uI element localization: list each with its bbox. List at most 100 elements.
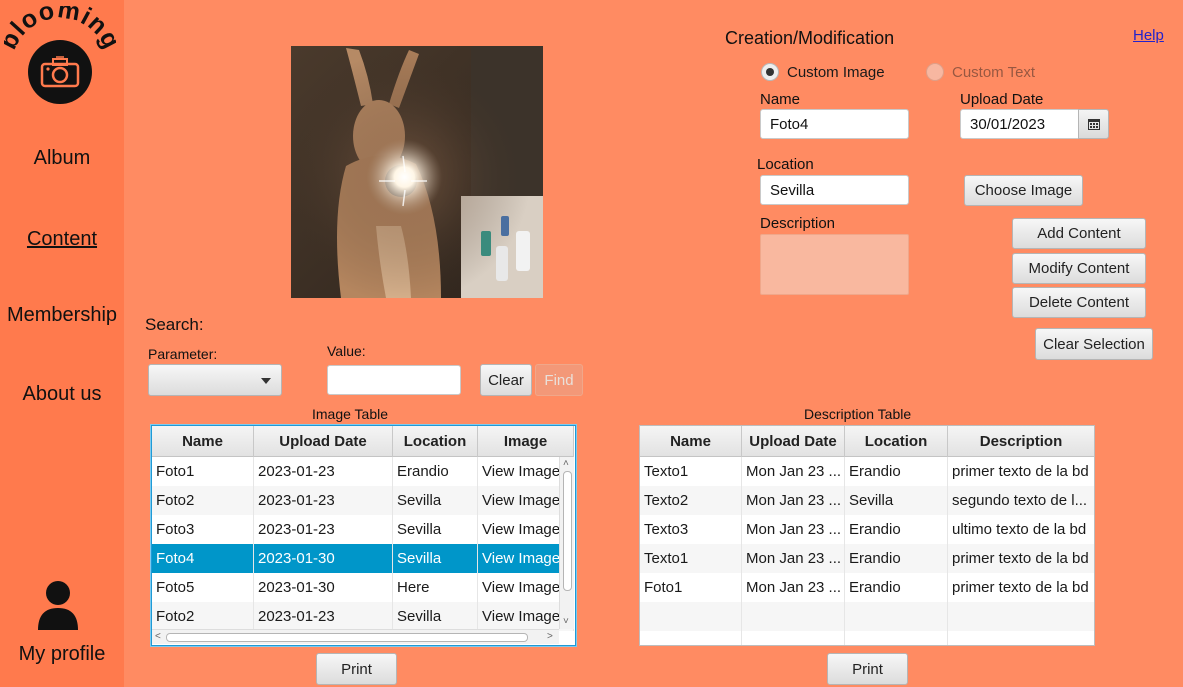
table-cell: 2023-01-23 — [254, 515, 393, 544]
table-cell: Foto2 — [152, 602, 254, 631]
table-cell: Sevilla — [845, 486, 948, 515]
table-cell: Sevilla — [393, 544, 478, 573]
column-header-name[interactable]: Name — [152, 426, 254, 457]
table-row[interactable]: Texto1 Mon Jan 23 ... Erandio primer texto … — [640, 457, 1094, 486]
table-cell: ultimo texto de la bd — [948, 515, 1094, 544]
table-row[interactable]: Foto5 2023-01-30 Here View Image — [152, 573, 574, 602]
table-row[interactable]: Texto3 Mon Jan 23 ... Erandio ultimo texto … — [640, 515, 1094, 544]
column-header-location[interactable]: Location — [845, 426, 948, 457]
location-label: Location — [757, 156, 814, 173]
table-cell — [948, 631, 1094, 645]
description-table-title: Description Table — [804, 406, 912, 422]
radio-custom-image[interactable]: Custom Image — [761, 63, 885, 81]
table-cell — [845, 631, 948, 645]
location-field[interactable]: Sevilla — [760, 175, 909, 205]
table-cell: 2023-01-23 — [254, 457, 393, 486]
table-row[interactable]: Foto1 2023-01-23 Erandio View Image — [152, 457, 574, 486]
table-row[interactable]: Foto4 2023-01-30 Sevilla View Image — [152, 544, 574, 573]
form-heading: Creation/Modification — [725, 28, 895, 48]
image-table-title: Image Table — [312, 406, 389, 422]
date-picker-button[interactable] — [1078, 109, 1109, 139]
print-image-table-button[interactable]: Print — [316, 653, 397, 685]
nav-about-us[interactable]: About us — [0, 383, 124, 406]
table-cell: Mon Jan 23 ... — [742, 515, 845, 544]
radio-selected-indicator — [761, 63, 779, 81]
vertical-scrollbar[interactable]: ˄ ˅ — [559, 457, 574, 629]
image-preview — [291, 46, 543, 298]
image-table[interactable]: Name Upload Date Location Image Foto1 202… — [151, 425, 576, 646]
scroll-right-icon[interactable]: ˃ — [547, 632, 553, 642]
column-header-location[interactable]: Location — [393, 426, 478, 457]
blooming-logo: blooming — [4, 6, 116, 104]
parameter-select[interactable] — [148, 364, 282, 396]
add-content-button[interactable]: Add Content — [1012, 218, 1146, 249]
table-cell: 2023-01-23 — [254, 602, 393, 631]
column-header-image[interactable]: Image — [478, 426, 574, 457]
chevron-down-icon — [261, 378, 271, 384]
table-row[interactable]: Foto3 2023-01-23 Sevilla View Image — [152, 515, 574, 544]
column-header-name[interactable]: Name — [640, 426, 742, 457]
table-cell: Texto3 — [640, 515, 742, 544]
nav-membership[interactable]: Membership — [0, 304, 124, 327]
help-link[interactable]: Help — [1133, 27, 1164, 44]
name-field[interactable]: Foto4 — [760, 109, 909, 139]
description-table[interactable]: Name Upload Date Location Description Te… — [639, 425, 1095, 646]
modify-content-button[interactable]: Modify Content — [1012, 253, 1146, 284]
horizontal-scrollbar[interactable]: ˂ ˃ — [152, 629, 559, 644]
table-row[interactable]: Texto2 Mon Jan 23 ... Sevilla segundo texto… — [640, 486, 1094, 515]
table-cell: Foto1 — [640, 573, 742, 602]
table-cell: 2023-01-23 — [254, 486, 393, 515]
image-table-body: Foto1 2023-01-23 Erandio View Image Foto2 202… — [152, 457, 574, 631]
column-header-description[interactable]: Description — [948, 426, 1094, 457]
table-cell: Texto1 — [640, 544, 742, 573]
search-title: Search: — [145, 315, 204, 334]
column-header-upload-date[interactable]: Upload Date — [254, 426, 393, 457]
scrollbar-thumb[interactable] — [563, 471, 572, 591]
table-cell: Texto2 — [640, 486, 742, 515]
user-icon[interactable] — [36, 580, 80, 632]
table-cell: Mon Jan 23 ... — [742, 573, 845, 602]
choose-image-button[interactable]: Choose Image — [964, 175, 1083, 206]
parameter-label: Parameter: — [148, 346, 218, 362]
table-cell — [845, 602, 948, 631]
nav-my-profile[interactable]: My profile — [0, 643, 124, 666]
table-cell: 2023-01-30 — [254, 544, 393, 573]
table-row[interactable] — [640, 602, 1094, 631]
table-cell: Sevilla — [393, 515, 478, 544]
find-button[interactable]: Find — [535, 364, 583, 396]
clear-selection-button[interactable]: Clear Selection — [1035, 328, 1153, 360]
table-row[interactable]: Foto1 Mon Jan 23 ... Erandio primer texto d… — [640, 573, 1094, 602]
column-header-upload-date[interactable]: Upload Date — [742, 426, 845, 457]
nav-content[interactable]: Content — [0, 228, 124, 251]
table-row[interactable]: Foto2 2023-01-23 Sevilla View Image — [152, 486, 574, 515]
table-cell: segundo texto de l... — [948, 486, 1094, 515]
scroll-up-icon[interactable]: ˄ — [563, 459, 569, 469]
scroll-down-icon[interactable]: ˅ — [563, 617, 569, 627]
scroll-left-icon[interactable]: ˂ — [155, 632, 161, 642]
table-row[interactable] — [640, 631, 1094, 645]
table-row[interactable]: Texto1 Mon Jan 23 ... Erandio primer texto … — [640, 544, 1094, 573]
description-label: Description — [760, 215, 836, 232]
description-table-body: Texto1 Mon Jan 23 ... Erandio primer texto … — [640, 457, 1094, 645]
description-field[interactable] — [760, 234, 909, 295]
delete-content-button[interactable]: Delete Content — [1012, 287, 1146, 318]
table-cell: Foto3 — [152, 515, 254, 544]
table-cell: Foto5 — [152, 573, 254, 602]
scrollbar-thumb[interactable] — [166, 633, 528, 642]
table-row[interactable]: Foto2 2023-01-23 Sevilla View Image — [152, 602, 574, 631]
table-cell: Foto2 — [152, 486, 254, 515]
clear-search-button[interactable]: Clear — [480, 364, 532, 396]
radio-custom-text[interactable]: Custom Text — [926, 63, 1035, 81]
upload-date-field[interactable]: 30/01/2023 — [960, 109, 1079, 139]
name-label: Name — [760, 91, 801, 108]
search-value-input[interactable] — [327, 365, 461, 395]
table-cell: Mon Jan 23 ... — [742, 486, 845, 515]
table-cell — [640, 602, 742, 631]
table-cell: primer texto de la bd — [948, 457, 1094, 486]
nav-album[interactable]: Album — [0, 147, 124, 170]
table-cell: Texto1 — [640, 457, 742, 486]
value-label: Value: — [327, 343, 366, 359]
print-description-table-button[interactable]: Print — [827, 653, 908, 685]
table-cell: Sevilla — [393, 486, 478, 515]
table-cell: 2023-01-30 — [254, 573, 393, 602]
